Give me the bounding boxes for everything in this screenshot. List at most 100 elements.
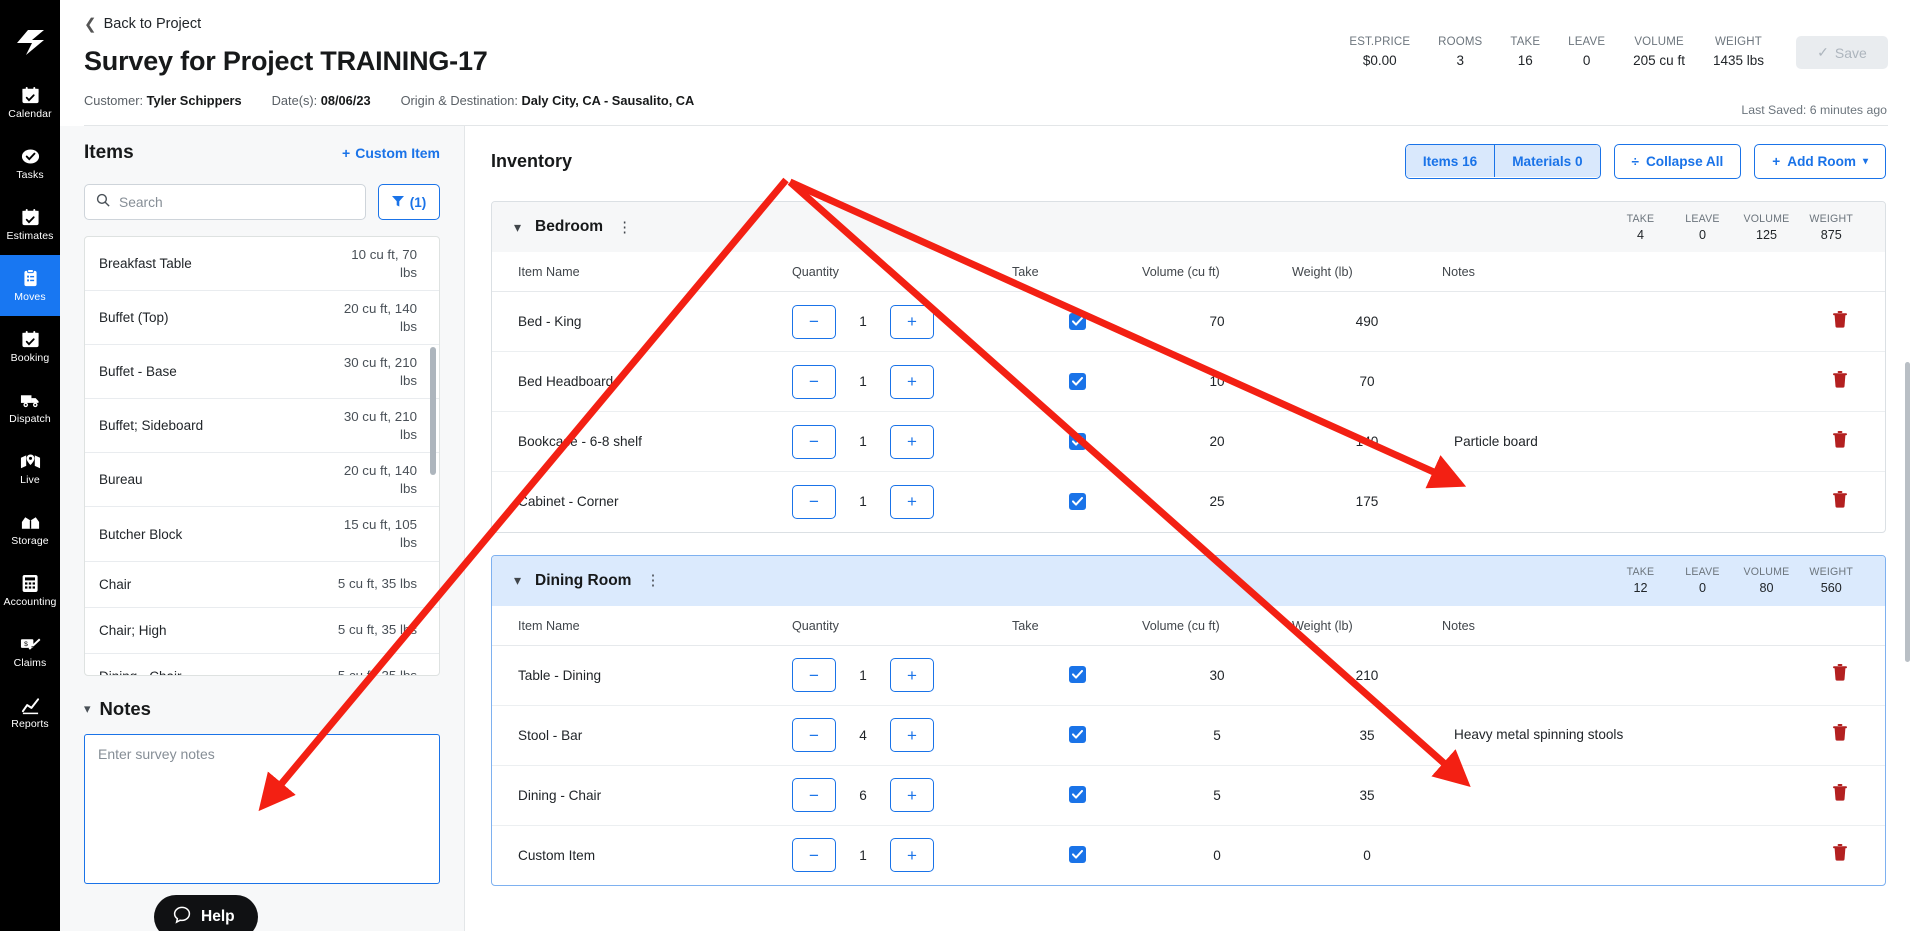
cell-notes[interactable] bbox=[1442, 765, 1795, 826]
cell-notes[interactable] bbox=[1442, 291, 1795, 352]
sidebar-item-calendar[interactable]: Calendar bbox=[0, 72, 60, 133]
sidebar-item-claims[interactable]: $ Claims bbox=[0, 621, 60, 682]
tab-items[interactable]: Items 16 bbox=[1405, 145, 1495, 177]
truck-icon bbox=[20, 391, 41, 411]
cell-delete bbox=[1795, 472, 1885, 532]
delete-row-icon[interactable] bbox=[1833, 430, 1847, 453]
help-button[interactable]: Help bbox=[154, 895, 258, 931]
item-name: Dining - Chair bbox=[99, 669, 182, 675]
filter-button[interactable]: (1) bbox=[378, 184, 440, 220]
item-list-row[interactable]: Breakfast Table 10 cu ft, 70 lbs bbox=[85, 237, 439, 292]
decrement-button[interactable]: − bbox=[792, 778, 836, 812]
delete-row-icon[interactable] bbox=[1833, 310, 1847, 333]
item-list-row[interactable]: Butcher Block 15 cu ft, 105 lbs bbox=[85, 507, 439, 562]
item-list-row[interactable]: Dining - Chair 5 cu ft, 35 lbs bbox=[85, 654, 439, 675]
take-checkbox[interactable] bbox=[1068, 372, 1086, 390]
delete-row-icon[interactable] bbox=[1833, 490, 1847, 513]
items-list[interactable]: Breakfast Table 10 cu ft, 70 lbs Buffet (T… bbox=[84, 236, 440, 676]
item-list-row[interactable]: Bureau 20 cu ft, 140 lbs bbox=[85, 453, 439, 508]
cell-take bbox=[1012, 645, 1142, 706]
inventory-scrollbar[interactable] bbox=[1905, 362, 1910, 662]
item-list-row[interactable]: Buffet; Sideboard 30 cu ft, 210 lbs bbox=[85, 399, 439, 454]
notes-header[interactable]: ▾ Notes bbox=[84, 698, 440, 720]
take-checkbox[interactable] bbox=[1068, 726, 1086, 743]
cell-item-name: Bed Headboard bbox=[492, 351, 792, 412]
increment-button[interactable]: + bbox=[890, 838, 934, 873]
cell-notes[interactable] bbox=[1442, 351, 1795, 412]
take-checkbox[interactable] bbox=[1068, 312, 1086, 330]
search-input[interactable] bbox=[119, 194, 354, 210]
cell-notes[interactable] bbox=[1442, 472, 1795, 532]
room-header: ▾ Dining Room ⋮ TAKE 12 LEAVE 0 VOLUME 80 WEIGHT 5… bbox=[492, 555, 1885, 606]
calendar-icon bbox=[21, 86, 40, 106]
sidebar-item-tasks[interactable]: Tasks bbox=[0, 133, 60, 194]
cell-notes[interactable]: Particle board bbox=[1442, 411, 1795, 472]
chevron-down-icon[interactable]: ▾ bbox=[514, 219, 521, 236]
sidebar-item-reports[interactable]: Reports bbox=[0, 682, 60, 743]
delete-row-icon[interactable] bbox=[1833, 784, 1847, 806]
chevron-down-icon[interactable]: ▾ bbox=[514, 572, 521, 589]
cell-notes[interactable]: Heavy metal spinning stools bbox=[1442, 705, 1795, 766]
increment-button[interactable]: + bbox=[890, 484, 934, 519]
decrement-button[interactable]: − bbox=[792, 658, 836, 692]
item-spec: 5 cu ft, 35 lbs bbox=[337, 622, 417, 638]
add-room-button[interactable]: + Add Room ▾ bbox=[1754, 144, 1886, 179]
cell-notes[interactable] bbox=[1442, 825, 1795, 885]
sidebar-item-accounting[interactable]: Accounting bbox=[0, 560, 60, 621]
meta-value: Tyler Schippers bbox=[146, 93, 242, 108]
decrement-button[interactable]: − bbox=[792, 484, 836, 519]
decrement-button[interactable]: − bbox=[792, 838, 836, 873]
back-to-project-link[interactable]: ❮ Back to Project bbox=[84, 16, 1888, 32]
increment-button[interactable]: + bbox=[890, 718, 934, 752]
item-list-row[interactable]: Chair 5 cu ft, 35 lbs bbox=[85, 562, 439, 608]
delete-row-icon[interactable] bbox=[1833, 370, 1847, 393]
cell-weight: 0 bbox=[1363, 847, 1371, 863]
add-custom-item-button[interactable]: + Custom Item bbox=[342, 145, 440, 161]
save-button[interactable]: ✓ Save bbox=[1796, 36, 1888, 69]
increment-button[interactable]: + bbox=[890, 778, 934, 812]
take-checkbox[interactable] bbox=[1068, 846, 1086, 864]
item-list-row[interactable]: Buffet (Top) 20 cu ft, 140 lbs bbox=[85, 291, 439, 346]
help-label: Help bbox=[201, 908, 235, 925]
decrement-button[interactable]: − bbox=[792, 304, 836, 339]
cell-notes[interactable] bbox=[1442, 645, 1795, 706]
take-checkbox[interactable] bbox=[1068, 666, 1086, 683]
search-box[interactable] bbox=[84, 184, 366, 220]
sidebar-item-booking[interactable]: Booking bbox=[0, 316, 60, 377]
sidebar-item-moves[interactable]: Moves bbox=[0, 255, 60, 316]
take-checkbox[interactable] bbox=[1068, 432, 1086, 450]
sidebar-item-live[interactable]: Live bbox=[0, 438, 60, 499]
take-checkbox[interactable] bbox=[1068, 492, 1086, 510]
delete-row-icon[interactable] bbox=[1833, 664, 1847, 686]
quantity-value: 6 bbox=[859, 787, 867, 803]
increment-button[interactable]: + bbox=[890, 658, 934, 692]
room-menu-icon[interactable]: ⋮ bbox=[617, 220, 632, 235]
decrement-button[interactable]: − bbox=[792, 718, 836, 752]
increment-button[interactable]: + bbox=[890, 364, 934, 399]
sidebar-item-storage[interactable]: Storage bbox=[0, 499, 60, 560]
delete-row-icon[interactable] bbox=[1833, 724, 1847, 746]
tab-materials[interactable]: Materials 0 bbox=[1494, 145, 1600, 177]
delete-row-icon[interactable] bbox=[1833, 844, 1847, 866]
items-list-scrollbar[interactable] bbox=[430, 347, 436, 475]
item-list-row[interactable]: Buffet - Base 30 cu ft, 210 lbs bbox=[85, 345, 439, 400]
take-checkbox[interactable] bbox=[1068, 786, 1086, 803]
increment-button[interactable]: + bbox=[890, 304, 934, 339]
room-stat-volume: VOLUME 80 bbox=[1733, 566, 1799, 595]
stat-value: 3 bbox=[1456, 53, 1465, 68]
sidebar-item-estimates[interactable]: Estimates bbox=[0, 194, 60, 255]
item-list-row[interactable]: Chair; High 5 cu ft, 35 lbs bbox=[85, 608, 439, 654]
decrement-button[interactable]: − bbox=[792, 424, 836, 459]
cell-weight: 70 bbox=[1292, 351, 1442, 412]
room-stat-value: 875 bbox=[1820, 227, 1842, 242]
sidebar-item-dispatch[interactable]: Dispatch bbox=[0, 377, 60, 438]
increment-button[interactable]: + bbox=[890, 424, 934, 459]
room-menu-icon[interactable]: ⋮ bbox=[645, 573, 660, 588]
stat-value: 16 bbox=[1517, 53, 1533, 68]
header-stat-volume: VOLUME 205 cu ft bbox=[1619, 36, 1699, 68]
collapse-all-button[interactable]: ÷ Collapse All bbox=[1613, 144, 1742, 179]
note-text bbox=[1442, 374, 1454, 389]
decrement-button[interactable]: − bbox=[792, 364, 836, 399]
survey-notes-input[interactable]: Enter survey notes bbox=[84, 734, 440, 884]
app-logo[interactable] bbox=[0, 14, 60, 72]
